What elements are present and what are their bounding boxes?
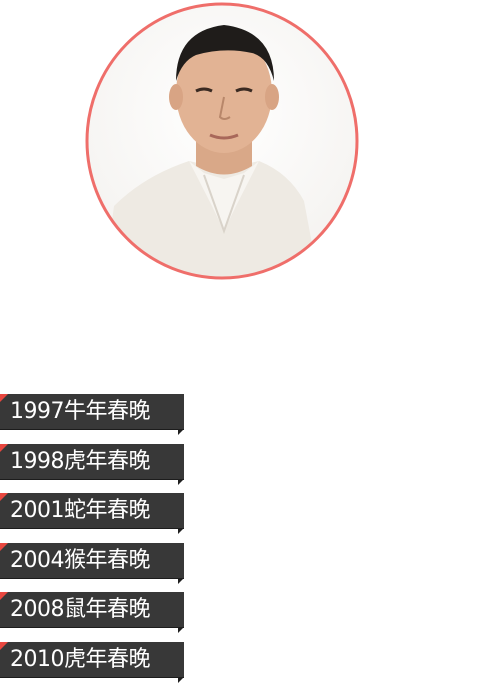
tag-2008: 2008鼠年春晚 xyxy=(0,592,184,634)
tag-label: 2001蛇年春晚 xyxy=(10,498,151,524)
tag-2010: 2010虎年春晚 xyxy=(0,641,184,683)
performance-tag-list: 1997牛年春晚 1998虎年春晚 2001蛇年春晚 2004猴年春晚 2008… xyxy=(0,394,200,692)
portrait-avatar xyxy=(84,1,360,281)
tag-corner-accent xyxy=(0,493,8,502)
tag-1997: 1997牛年春晚 xyxy=(0,394,184,435)
tag-label: 2010虎年春晚 xyxy=(10,646,151,672)
tag-corner-accent xyxy=(0,542,8,551)
tag-corner-accent xyxy=(0,592,8,601)
tag-2004: 2004猴年春晚 xyxy=(0,542,184,584)
tag-label: 2008鼠年春晚 xyxy=(10,597,151,623)
tag-corner-accent xyxy=(0,641,8,650)
tag-corner-accent xyxy=(0,394,8,402)
tag-label: 2004猴年春晚 xyxy=(10,547,151,573)
tag-corner-accent xyxy=(0,443,8,452)
tag-label: 1997牛年春晚 xyxy=(10,399,151,424)
portrait-photo xyxy=(85,2,359,280)
tag-2001: 2001蛇年春晚 xyxy=(0,493,184,535)
tag-label: 1998虎年春晚 xyxy=(10,448,151,474)
tag-1998: 1998虎年春晚 xyxy=(0,443,184,485)
